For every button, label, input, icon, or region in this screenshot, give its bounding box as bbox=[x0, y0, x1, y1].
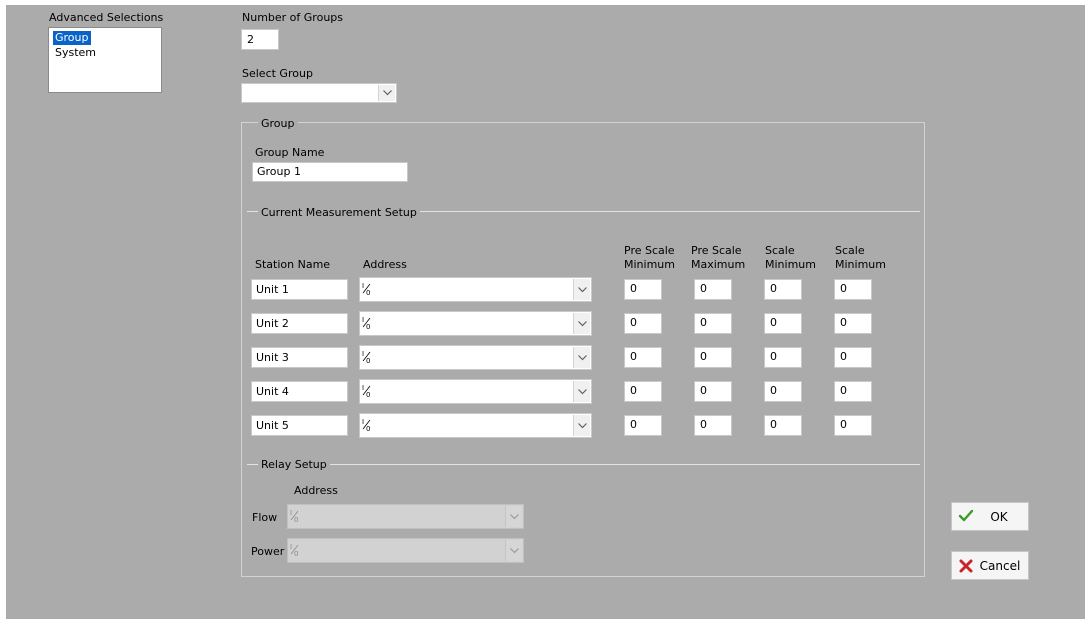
group-name-input[interactable]: Group 1 bbox=[252, 162, 408, 182]
svg-text:0: 0 bbox=[366, 425, 370, 431]
address-dropdown[interactable]: I0 bbox=[359, 345, 592, 370]
listbox-item-group[interactable]: Group bbox=[53, 31, 91, 45]
current-setup-caption: Current Measurement Setup bbox=[258, 206, 420, 219]
cancel-button-label: Cancel bbox=[979, 559, 1021, 573]
chevron-down-icon bbox=[383, 90, 392, 96]
pre-scale-maximum-input[interactable]: 0 bbox=[694, 381, 732, 402]
pre-scale-minimum-input[interactable]: 0 bbox=[624, 381, 662, 402]
address-dropdown[interactable]: I0 bbox=[359, 379, 592, 404]
flow-label: Flow bbox=[252, 511, 278, 524]
chevron-down-icon bbox=[510, 513, 519, 519]
pre-scale-maximum-input[interactable]: 0 bbox=[694, 313, 732, 334]
pre-scale-maximum-input[interactable]: 0 bbox=[694, 415, 732, 436]
svg-text:0: 0 bbox=[366, 289, 370, 295]
ok-button-label: OK bbox=[990, 510, 1008, 524]
scale-minimum-2-input[interactable]: 0 bbox=[834, 279, 872, 300]
advanced-selections-listbox[interactable]: Group System bbox=[48, 27, 162, 93]
pre-scale-maximum-input[interactable]: 0 bbox=[694, 347, 732, 368]
io-name-icon: I0 bbox=[362, 350, 370, 363]
chevron-down-icon bbox=[578, 354, 587, 360]
io-name-icon: I0 bbox=[362, 282, 370, 295]
select-group-dropdown-button[interactable] bbox=[378, 85, 395, 101]
pre-scale-minimum-input[interactable]: 0 bbox=[624, 279, 662, 300]
flow-address-dropdown[interactable]: I0 bbox=[287, 504, 524, 529]
scale-minimum-input[interactable]: 0 bbox=[764, 313, 802, 334]
svg-text:0: 0 bbox=[366, 391, 370, 397]
scale-minimum-2-input[interactable]: 0 bbox=[834, 415, 872, 436]
address-dropdown-button[interactable] bbox=[573, 347, 590, 368]
io-name-icon: I0 bbox=[290, 509, 298, 522]
cancel-button[interactable]: Cancel bbox=[951, 551, 1029, 580]
chevron-down-icon bbox=[578, 388, 587, 394]
address-dropdown-button[interactable] bbox=[573, 415, 590, 436]
svg-text:I: I bbox=[290, 509, 292, 517]
header-station-name: Station Name bbox=[255, 258, 331, 271]
power-address-dropdown-button[interactable] bbox=[505, 540, 522, 561]
chevron-down-icon bbox=[510, 547, 519, 553]
pre-scale-minimum-input[interactable]: 0 bbox=[624, 313, 662, 334]
svg-text:0: 0 bbox=[294, 516, 298, 522]
station-name-input[interactable]: Unit 5 bbox=[251, 415, 348, 436]
scale-minimum-input[interactable]: 0 bbox=[764, 381, 802, 402]
svg-text:0: 0 bbox=[366, 323, 370, 329]
chevron-down-icon bbox=[578, 422, 587, 428]
header-scale-minimum-2: Scale Minimum bbox=[835, 244, 886, 271]
address-dropdown[interactable]: I0 bbox=[359, 277, 592, 302]
svg-text:I: I bbox=[362, 316, 364, 324]
io-name-icon: I0 bbox=[362, 384, 370, 397]
pre-scale-minimum-input[interactable]: 0 bbox=[624, 347, 662, 368]
chevron-down-icon bbox=[578, 286, 587, 292]
address-dropdown-button[interactable] bbox=[573, 381, 590, 402]
address-dropdown[interactable]: I0 bbox=[359, 413, 592, 438]
pre-scale-maximum-input[interactable]: 0 bbox=[694, 279, 732, 300]
scale-minimum-input[interactable]: 0 bbox=[764, 415, 802, 436]
relay-address-label: Address bbox=[294, 484, 338, 497]
advanced-selections-label: Advanced Selections bbox=[49, 11, 164, 24]
header-pre-scale-maximum: Pre Scale Maximum bbox=[691, 244, 746, 271]
power-address-dropdown[interactable]: I0 bbox=[287, 538, 524, 563]
power-label: Power bbox=[251, 545, 285, 558]
scale-minimum-2-input[interactable]: 0 bbox=[834, 347, 872, 368]
header-address: Address bbox=[363, 258, 407, 271]
ok-button[interactable]: OK bbox=[951, 502, 1029, 531]
address-dropdown-button[interactable] bbox=[573, 313, 590, 334]
svg-text:0: 0 bbox=[294, 550, 298, 556]
station-name-input[interactable]: Unit 1 bbox=[251, 279, 348, 300]
station-name-input[interactable]: Unit 4 bbox=[251, 381, 348, 402]
scale-minimum-2-input[interactable]: 0 bbox=[834, 313, 872, 334]
group-name-label: Group Name bbox=[255, 146, 325, 159]
io-name-icon: I0 bbox=[290, 543, 298, 556]
listbox-item-system[interactable]: System bbox=[53, 46, 98, 60]
address-dropdown[interactable]: I0 bbox=[359, 311, 592, 336]
chevron-down-icon bbox=[578, 320, 587, 326]
svg-text:I: I bbox=[362, 384, 364, 392]
svg-text:0: 0 bbox=[366, 357, 370, 363]
select-group-dropdown[interactable] bbox=[241, 83, 397, 103]
station-name-input[interactable]: Unit 2 bbox=[251, 313, 348, 334]
pre-scale-minimum-input[interactable]: 0 bbox=[624, 415, 662, 436]
select-group-label: Select Group bbox=[242, 67, 313, 80]
flow-address-dropdown-button[interactable] bbox=[505, 506, 522, 527]
svg-text:I: I bbox=[362, 282, 364, 290]
svg-text:I: I bbox=[362, 350, 364, 358]
svg-text:I: I bbox=[290, 543, 292, 551]
number-of-groups-input[interactable]: 2 bbox=[241, 29, 279, 50]
scale-minimum-input[interactable]: 0 bbox=[764, 347, 802, 368]
io-name-icon: I0 bbox=[362, 418, 370, 431]
header-pre-scale-minimum: Pre Scale Minimum bbox=[624, 244, 675, 271]
group-caption: Group bbox=[258, 117, 298, 130]
scale-minimum-input[interactable]: 0 bbox=[764, 279, 802, 300]
scale-minimum-2-input[interactable]: 0 bbox=[834, 381, 872, 402]
svg-text:I: I bbox=[362, 418, 364, 426]
header-scale-minimum: Scale Minimum bbox=[765, 244, 816, 271]
relay-setup-divider bbox=[247, 464, 920, 465]
address-dropdown-button[interactable] bbox=[573, 279, 590, 300]
relay-setup-caption: Relay Setup bbox=[258, 458, 330, 471]
number-of-groups-label: Number of Groups bbox=[242, 11, 344, 24]
io-name-icon: I0 bbox=[362, 316, 370, 329]
station-name-input[interactable]: Unit 3 bbox=[251, 347, 348, 368]
